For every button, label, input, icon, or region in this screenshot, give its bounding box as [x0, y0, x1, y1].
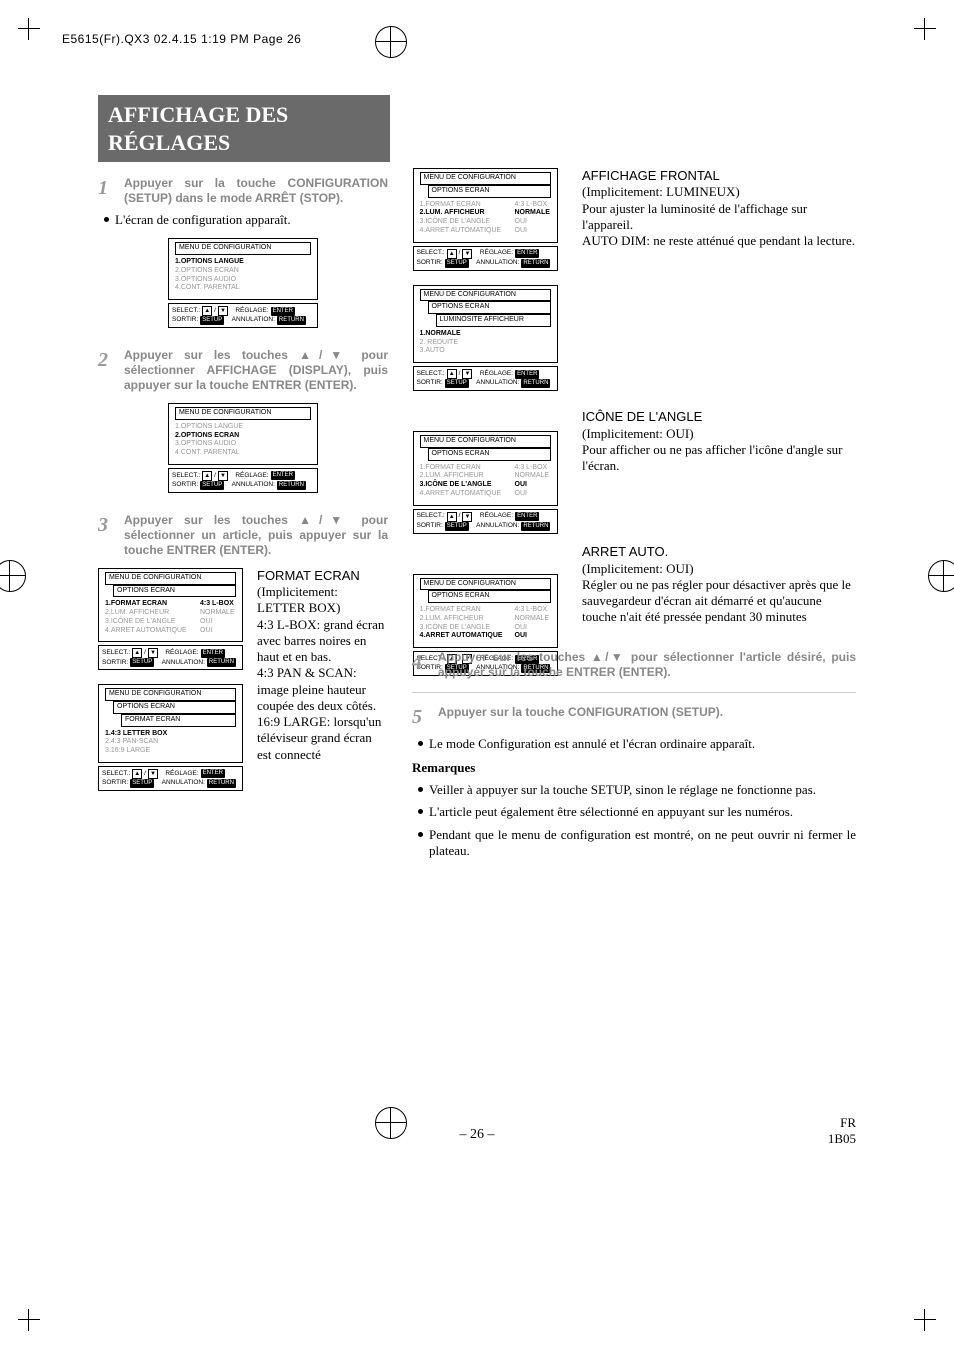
step-3-text: Appuyer sur les touches ▲/▼ pour sélecti… — [124, 513, 388, 558]
arret-auto: ARRET AUTO. (Implicitement: OUI) Régler … — [582, 544, 856, 625]
step-1-text: Appuyer sur la touche CONFIGURATION (SET… — [124, 176, 388, 206]
step-5-text: Appuyer sur la touche CONFIGURATION (SET… — [438, 705, 723, 730]
left-column: 1 Appuyer sur la touche CONFIGURATION (S… — [98, 168, 388, 859]
bullet-icon — [104, 217, 109, 222]
print-slug: E5615(Fr).QX3 02.4.15 1:19 PM Page 26 — [62, 32, 301, 47]
menu-config-2: MENU DE CONFIGURATION 1.OPTIONS LANGUE2.… — [168, 403, 318, 493]
menu-options-ecran-3: MENU DE CONFIGURATION OPTIONS ECRAN 1.FO… — [413, 431, 558, 534]
affichage-frontal: AFFICHAGE FRONTAL (Implicitement: LUMINE… — [582, 168, 856, 249]
menu-config-1: MENU DE CONFIGURATION 1.OPTIONS LANGUE2.… — [168, 238, 318, 328]
remarque-1: Veiller à appuyer sur la touche SETUP, s… — [429, 782, 816, 798]
step-1-note: L'écran de configuration apparaît. — [115, 212, 291, 228]
bullet-icon — [418, 809, 423, 814]
remarques-title: Remarques — [412, 760, 856, 776]
step-3-num: 3 — [98, 513, 114, 558]
remarque-3: Pendant que le menu de configuration est… — [429, 827, 856, 860]
step-4-num: 4 — [412, 650, 428, 680]
right-column: AFFICHAGE FRONTAL (Implicitement: LUMINE… — [582, 168, 856, 859]
step-1-num: 1 — [98, 176, 114, 206]
step-5-note: Le mode Configuration est annulé et l'éc… — [429, 736, 755, 752]
step-4-text: Appuyer sur les touches ▲/▼ pour sélecti… — [438, 650, 856, 680]
page-number: – 26 – — [98, 1126, 856, 1144]
step-5-num: 5 — [412, 705, 428, 730]
page-content: AFFICHAGE DES RÉGLAGES 1 Appuyer sur la … — [98, 95, 856, 1079]
format-ecran-desc: FORMAT ECRAN (Implicitement: LETTER BOX)… — [257, 568, 388, 801]
locale-code: FR1B05 — [828, 1115, 856, 1148]
step-2-text: Appuyer sur les touches ▲/▼ pour sélecti… — [124, 348, 388, 393]
icone-angle: ICÔNE DE L'ANGLE (Implicitement: OUI) Po… — [582, 409, 856, 474]
menu-options-ecran-2: MENU DE CONFIGURATION OPTIONS ECRAN 1.FO… — [413, 168, 558, 271]
bullet-icon — [418, 741, 423, 746]
bullet-icon — [418, 787, 423, 792]
menu-options-ecran-1: MENU DE CONFIGURATION OPTIONS ECRAN 1.FO… — [98, 568, 243, 671]
menu-format-ecran: MENU DE CONFIGURATION OPTIONS ECRAN FORM… — [98, 684, 243, 791]
step-2-num: 2 — [98, 348, 114, 393]
remarque-2: L'article peut également être sélectionn… — [429, 804, 793, 820]
bullet-icon — [418, 832, 423, 837]
menu-luminosite: MENU DE CONFIGURATION OPTIONS ECRAN LUMI… — [413, 285, 558, 392]
page-title: AFFICHAGE DES RÉGLAGES — [98, 95, 390, 162]
